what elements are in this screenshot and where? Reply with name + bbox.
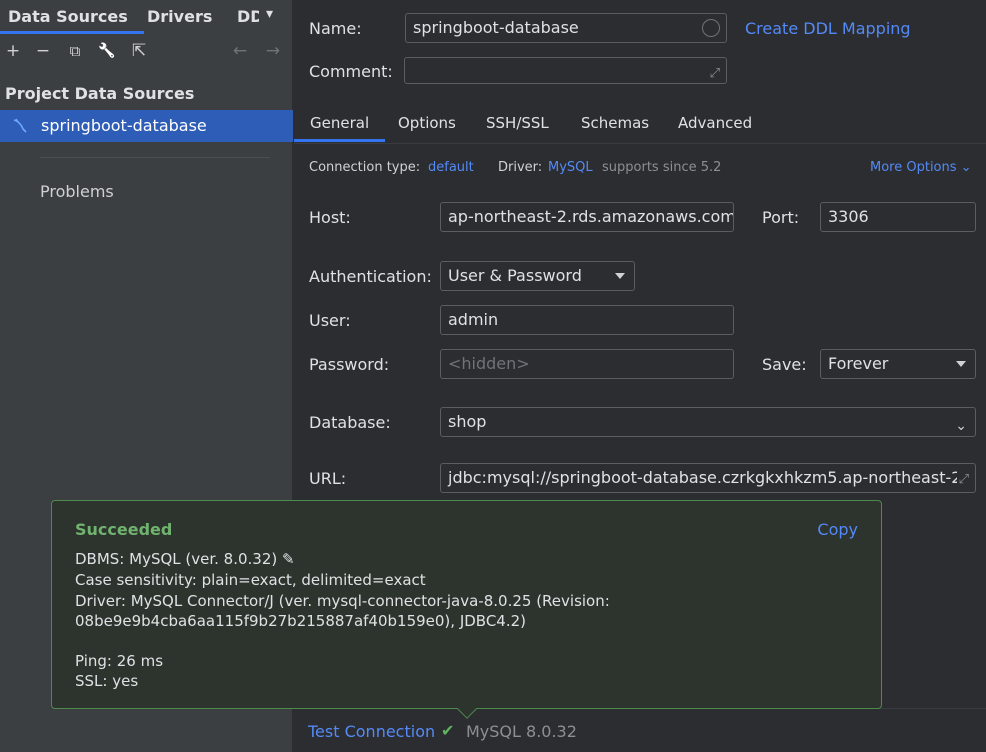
add-icon[interactable]: + [2, 40, 24, 62]
database-value: shop [448, 412, 487, 431]
tab-data-sources[interactable]: Data Sources [0, 7, 144, 34]
comment-label: Comment: [309, 62, 393, 81]
tab-schemas[interactable]: Schemas [581, 114, 649, 132]
save-label: Save: [762, 355, 807, 374]
password-label: Password: [309, 355, 390, 374]
copy-link[interactable]: Copy [817, 520, 858, 539]
authentication-label: Authentication: [309, 267, 432, 286]
port-input[interactable]: 3306 [820, 202, 976, 232]
driver-note: supports since 5.2 [602, 160, 722, 175]
tab-ssh-ssl[interactable]: SSH/SSL [486, 114, 549, 132]
test-result: MySQL 8.0.32 [466, 722, 577, 741]
case-sensitivity-line: Case sensitivity: plain=exact, delimited… [75, 571, 426, 589]
port-label: Port: [762, 208, 800, 227]
driver-label: Driver: [498, 160, 543, 175]
remove-icon[interactable]: − [32, 40, 54, 62]
pencil-icon[interactable]: ✎ [282, 550, 295, 568]
popup-title: Succeeded [75, 520, 173, 539]
host-input[interactable]: ap-northeast-2.rds.amazonaws.com [440, 202, 734, 232]
color-circle-icon[interactable] [702, 19, 720, 37]
dropdown-arrow-icon [956, 361, 966, 367]
driver-value[interactable]: MySQL [548, 160, 593, 175]
wrench-icon[interactable]: 🔧 [96, 40, 118, 62]
expand-icon[interactable]: ⤢ [710, 60, 720, 83]
ping-line: Ping: 26 ms [75, 652, 164, 670]
name-label: Name: [309, 19, 362, 38]
url-value: jdbc:mysql://springboot-database.czrkgkx… [448, 468, 962, 487]
more-options-label: More Options [870, 160, 957, 175]
comment-input[interactable]: ⤢ [404, 57, 727, 84]
user-input[interactable]: admin [440, 305, 734, 335]
save-select[interactable]: Forever [820, 349, 976, 379]
tabs-overflow-chevron-icon[interactable]: ▾ [266, 6, 273, 22]
name-input-value: springboot-database [413, 18, 579, 37]
authentication-select[interactable]: User & Password [440, 261, 635, 291]
bottom-bar: Test Connection ✔ MySQL 8.0.32 [294, 708, 986, 752]
more-options-link[interactable]: More Options ⌄ [870, 160, 972, 175]
dropdown-arrow-icon [615, 273, 625, 279]
connection-type-label: Connection type: [309, 160, 421, 175]
forward-arrow-icon[interactable]: → [262, 40, 284, 62]
mysql-dolphin-icon [13, 118, 27, 133]
tab-options[interactable]: Options [398, 114, 456, 132]
project-data-sources-heading: Project Data Sources [5, 84, 195, 103]
datasource-item-label: springboot-database [41, 116, 207, 135]
back-arrow-icon[interactable]: ← [229, 40, 251, 62]
export-icon[interactable]: ⇱ [128, 40, 150, 62]
dbms-line: DBMS: MySQL (ver. 8.0.32) ✎ [75, 550, 295, 568]
authentication-value: User & Password [448, 266, 582, 285]
expand-icon[interactable]: ⤢ [956, 466, 969, 492]
datasource-toolbar: + − ⧉ 🔧 ⇱ ← → [0, 40, 293, 64]
database-input[interactable]: shop ⌄ [440, 407, 976, 437]
divider [40, 157, 270, 158]
chevron-down-icon[interactable]: ⌄ [955, 412, 967, 436]
test-connection-link[interactable]: Test Connection [308, 722, 435, 741]
host-label: Host: [309, 208, 351, 227]
tab-ddl-truncated[interactable]: DD [237, 7, 259, 26]
user-label: User: [309, 311, 351, 330]
chevron-down-icon: ⌄ [960, 160, 972, 175]
tab-advanced[interactable]: Advanced [678, 114, 752, 132]
dbms-text: DBMS: MySQL (ver. 8.0.32) [75, 550, 278, 568]
url-input[interactable]: jdbc:mysql://springboot-database.czrkgkx… [440, 463, 976, 493]
database-label: Database: [309, 413, 391, 432]
connection-type-value[interactable]: default [428, 160, 474, 175]
driver-line-2: 08be9e9b4cba6aa115f9b27b215887af40b159e0… [75, 612, 527, 630]
problems-item[interactable]: Problems [40, 182, 114, 201]
connection-success-popup: Succeeded Copy DBMS: MySQL (ver. 8.0.32)… [51, 500, 882, 719]
datasource-item-springboot[interactable]: springboot-database [0, 110, 293, 142]
top-tabs: Data Sources Drivers DD ▾ [0, 0, 293, 34]
check-icon: ✔ [441, 721, 455, 740]
duplicate-icon[interactable]: ⧉ [64, 40, 86, 62]
save-value: Forever [828, 354, 889, 373]
ssl-line: SSL: yes [75, 672, 139, 690]
driver-line-1: Driver: MySQL Connector/J (ver. mysql-co… [75, 592, 610, 610]
url-label: URL: [309, 469, 347, 488]
tab-general[interactable]: General [293, 114, 386, 142]
create-ddl-mapping-link[interactable]: Create DDL Mapping [745, 19, 911, 38]
tab-drivers[interactable]: Drivers [147, 7, 212, 26]
password-input[interactable]: <hidden> [440, 349, 734, 379]
name-input[interactable]: springboot-database [405, 13, 727, 43]
settings-tabs: General Options SSH/SSL Schemas Advanced [293, 104, 986, 144]
